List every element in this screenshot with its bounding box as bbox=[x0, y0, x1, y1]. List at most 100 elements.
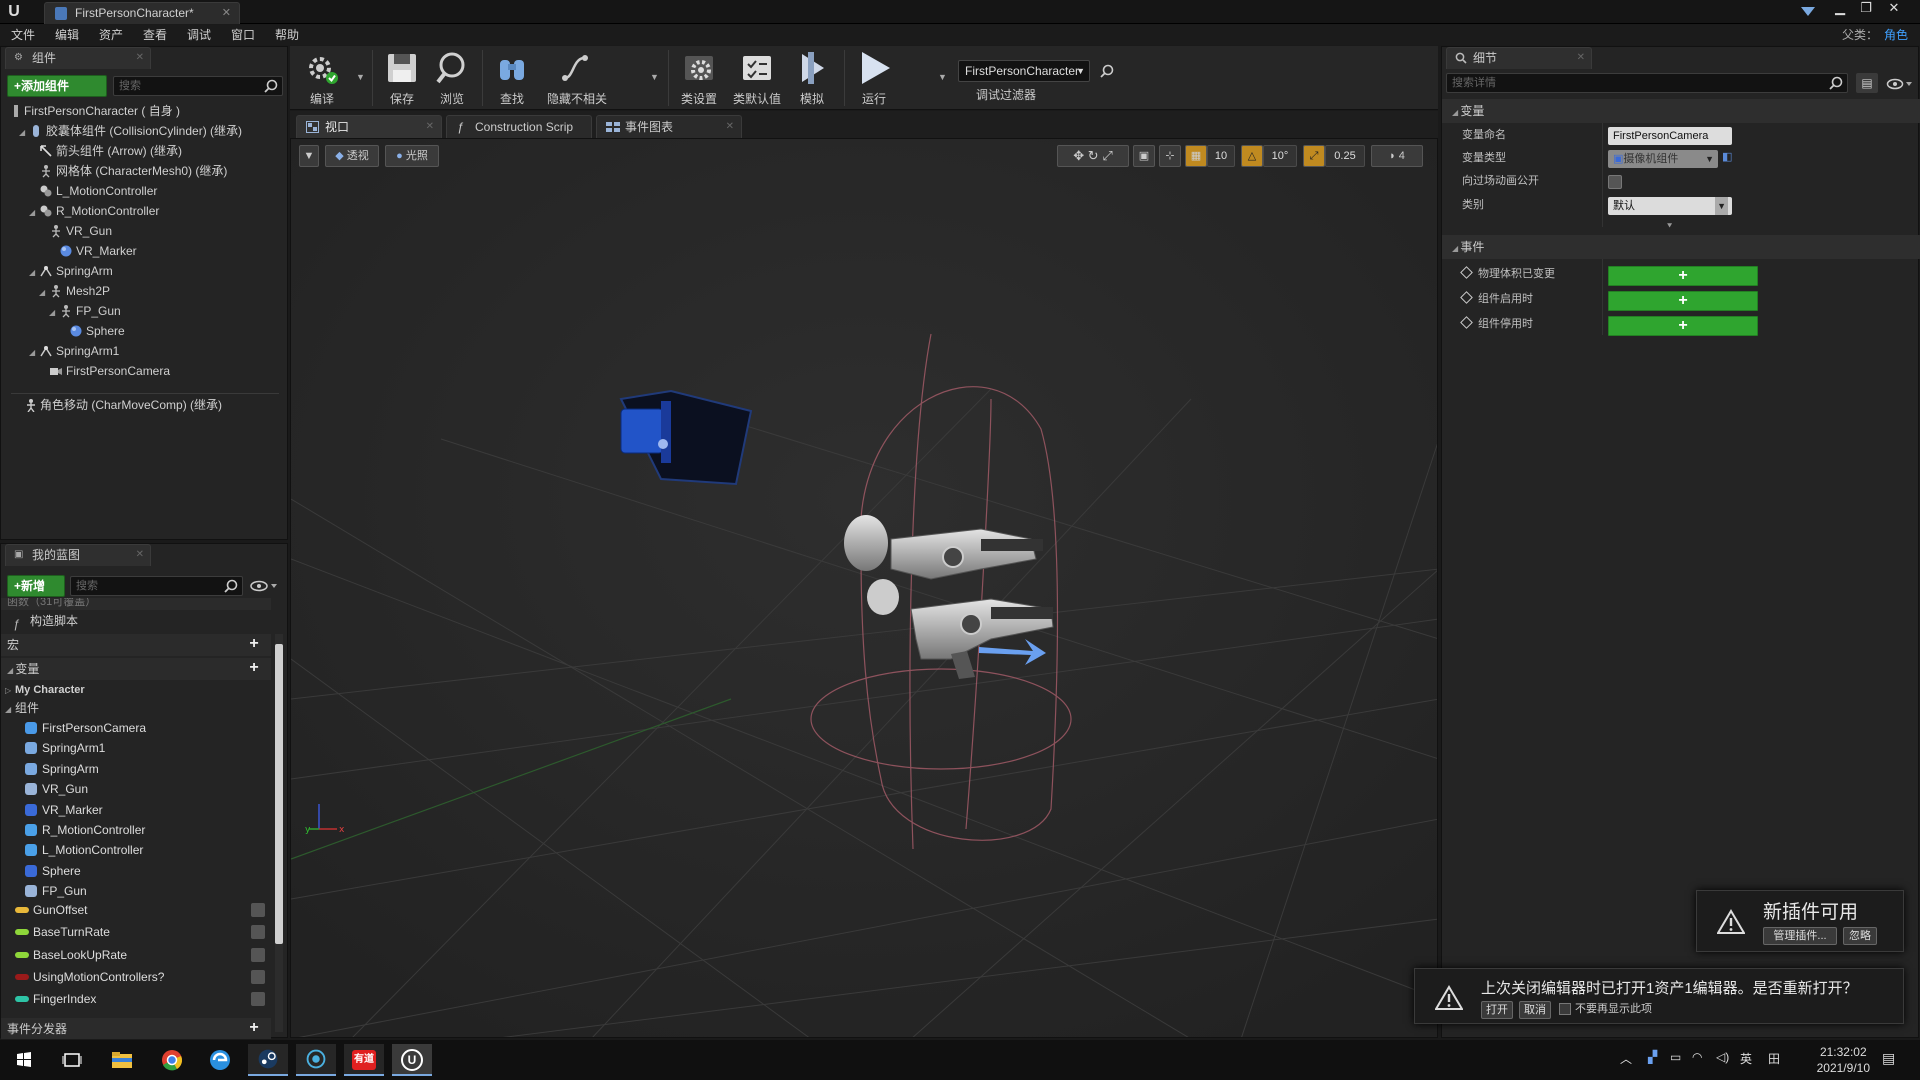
collapse-arrow-icon[interactable]: ◢ bbox=[39, 284, 49, 302]
variable-visibility-eye-icon[interactable] bbox=[251, 947, 265, 962]
component-variable-item[interactable]: R_MotionController bbox=[25, 820, 145, 840]
class-settings-button[interactable]: 类设置 bbox=[674, 48, 724, 108]
lit-mode-button[interactable]: ● 光照 bbox=[385, 145, 439, 167]
volume-icon[interactable]: ◁) bbox=[1716, 1050, 1729, 1064]
open-button[interactable]: 打开 bbox=[1481, 1001, 1513, 1019]
add-new-button[interactable]: +新增 bbox=[7, 575, 65, 597]
tray-expand-icon[interactable]: ︿ bbox=[1620, 1050, 1632, 1067]
windows-start-icon[interactable] bbox=[4, 1044, 44, 1076]
component-variable-item[interactable]: Sphere bbox=[25, 861, 81, 881]
parent-class-link[interactable]: 角色 bbox=[1884, 28, 1908, 42]
debug-object-select[interactable]: FirstPersonCharacter ▼ bbox=[958, 60, 1090, 82]
simulate-button[interactable]: 模拟 bbox=[790, 48, 834, 108]
class-defaults-button[interactable]: 类默认值 bbox=[730, 48, 784, 108]
component-variable-item[interactable]: L_MotionController bbox=[25, 840, 143, 860]
components-search-input[interactable]: 搜索 bbox=[113, 76, 283, 96]
close-tab-icon[interactable]: ✕ bbox=[136, 48, 144, 68]
tab-viewport[interactable]: 视口 ✕ bbox=[296, 115, 442, 139]
menu-asset[interactable]: 资产 bbox=[88, 25, 132, 45]
component-tree-item[interactable]: ◢ SpringArm bbox=[29, 262, 113, 280]
component-variable-item[interactable]: SpringArm1 bbox=[25, 738, 105, 758]
my-character-category[interactable]: ▷ My Character bbox=[5, 681, 85, 699]
close-window-button[interactable]: ✕ bbox=[1882, 0, 1906, 18]
menu-view[interactable]: 查看 bbox=[132, 25, 176, 45]
variables-section-header[interactable]: ◢ 变量 bbox=[1442, 99, 1920, 123]
close-tab-icon[interactable]: ✕ bbox=[222, 3, 231, 23]
close-tab-icon[interactable]: ✕ bbox=[726, 116, 734, 138]
find-button[interactable]: 查找 bbox=[490, 48, 534, 108]
event-dispatchers-header[interactable]: 事件分发器 + bbox=[1, 1018, 271, 1039]
functions-header[interactable]: 函数（31可覆盖） bbox=[1, 598, 271, 610]
my-blueprint-tab[interactable]: ▣ 我的蓝图 ✕ bbox=[5, 544, 151, 566]
perspective-button[interactable]: ◆ 透视 bbox=[325, 145, 379, 167]
variable-item[interactable]: BaseTurnRate bbox=[15, 922, 110, 942]
component-variable-item[interactable]: FirstPersonCamera bbox=[25, 718, 146, 738]
component-variable-item[interactable]: SpringArm bbox=[25, 759, 99, 779]
add-event-physics-volume-button[interactable]: + bbox=[1608, 266, 1758, 286]
collapse-arrow-icon[interactable]: ◢ bbox=[29, 344, 39, 362]
document-tab[interactable]: FirstPersonCharacter* ✕ bbox=[44, 2, 240, 24]
blueprint-search-input[interactable]: 搜索 bbox=[70, 576, 243, 596]
component-variable-item[interactable]: FP_Gun bbox=[25, 881, 87, 901]
variable-visibility-eye-icon[interactable] bbox=[251, 992, 265, 1007]
component-tree-item[interactable]: 网格体 (CharacterMesh0) (继承) bbox=[29, 162, 227, 180]
close-tab-icon[interactable]: ✕ bbox=[1577, 48, 1585, 68]
chrome-icon[interactable] bbox=[152, 1044, 192, 1076]
maximize-button[interactable]: ❐ bbox=[1854, 0, 1878, 18]
menu-window[interactable]: 窗口 bbox=[220, 25, 264, 45]
rotation-snap-value[interactable]: 10° bbox=[1263, 145, 1297, 167]
component-tree-item[interactable]: Sphere bbox=[59, 322, 125, 340]
grid-snap-value[interactable]: 10 bbox=[1207, 145, 1235, 167]
rotate-icon[interactable]: ↻ bbox=[1088, 148, 1099, 163]
category-select[interactable]: 默认 ▼ bbox=[1608, 197, 1732, 215]
save-button[interactable]: 保存 bbox=[380, 48, 424, 108]
debug-search-icon[interactable] bbox=[1100, 64, 1114, 78]
ime-mode-icon[interactable]: 田 bbox=[1768, 1050, 1780, 1067]
add-component-button[interactable]: +添加组件 bbox=[7, 75, 107, 97]
details-search-input[interactable]: 搜索详情 bbox=[1446, 73, 1848, 93]
view-options-eye-icon[interactable] bbox=[1886, 76, 1914, 92]
variables-header[interactable]: ◢ 变量 + bbox=[1, 658, 271, 680]
component-tree-item[interactable]: ◢ SpringArm1 bbox=[29, 342, 119, 360]
view-options-eye-icon[interactable] bbox=[249, 578, 279, 594]
minimize-button[interactable]: ▁ bbox=[1828, 0, 1852, 18]
hide-unrelated-dropdown[interactable]: ▼ bbox=[650, 72, 659, 82]
menu-debug[interactable]: 调试 bbox=[176, 25, 220, 45]
component-tree-item[interactable]: ◢ Mesh2P bbox=[39, 282, 110, 300]
surface-snap-toggle[interactable]: ⊹ bbox=[1159, 145, 1181, 167]
component-tree-item[interactable]: ◢ FP_Gun bbox=[49, 302, 121, 320]
components-tab[interactable]: ⚙ 组件 ✕ bbox=[5, 47, 151, 69]
variable-name-field[interactable]: FirstPersonCamera bbox=[1608, 127, 1732, 145]
menu-help[interactable]: 帮助 bbox=[264, 25, 308, 45]
construction-script-item[interactable]: ƒ 构造脚本 bbox=[13, 612, 78, 631]
menu-file[interactable]: 文件 bbox=[0, 25, 44, 45]
macros-header[interactable]: 宏 + bbox=[1, 634, 271, 656]
compile-options-dropdown[interactable]: ▼ bbox=[356, 72, 365, 82]
move-icon[interactable]: ✥ bbox=[1073, 148, 1084, 163]
add-variable-button[interactable]: + bbox=[247, 660, 261, 676]
add-event-activated-button[interactable]: + bbox=[1608, 291, 1758, 311]
ignore-button[interactable]: 忽略 bbox=[1843, 927, 1877, 945]
component-variable-item[interactable]: VR_Marker bbox=[25, 800, 103, 820]
variable-visibility-eye-icon[interactable] bbox=[251, 903, 265, 917]
variable-item[interactable]: UsingMotionControllers? bbox=[15, 967, 164, 987]
ime-indicator[interactable]: 英 bbox=[1740, 1050, 1752, 1067]
dont-show-again-checkbox[interactable] bbox=[1559, 1003, 1571, 1015]
collapse-arrow-icon[interactable]: ◢ bbox=[29, 264, 39, 282]
hide-unrelated-button[interactable]: 隐藏不相关 bbox=[540, 48, 614, 108]
collapse-arrow-icon[interactable]: ◢ bbox=[19, 124, 29, 142]
expose-to-cinematics-checkbox[interactable] bbox=[1608, 175, 1622, 189]
action-center-icon[interactable]: ▤ bbox=[1882, 1050, 1895, 1067]
variable-item[interactable]: GunOffset bbox=[15, 900, 87, 920]
property-matrix-button[interactable]: ▤ bbox=[1856, 73, 1878, 93]
component-tree-item[interactable]: L_MotionController bbox=[29, 182, 157, 200]
tab-event-graph[interactable]: 事件图表 ✕ bbox=[596, 115, 742, 139]
transform-mode-group[interactable]: ✥ ↻ ⤢ bbox=[1057, 145, 1129, 167]
viewport-options-dropdown[interactable]: ▼ bbox=[299, 145, 319, 167]
scrollbar-thumb[interactable] bbox=[275, 644, 283, 944]
browser-icon[interactable] bbox=[200, 1044, 240, 1076]
close-tab-icon[interactable]: ✕ bbox=[426, 116, 434, 138]
network-icon[interactable]: ◠ bbox=[1692, 1050, 1702, 1064]
play-options-dropdown[interactable]: ▼ bbox=[938, 72, 947, 82]
camera-speed-button[interactable]: ◗ 4 bbox=[1371, 145, 1423, 167]
